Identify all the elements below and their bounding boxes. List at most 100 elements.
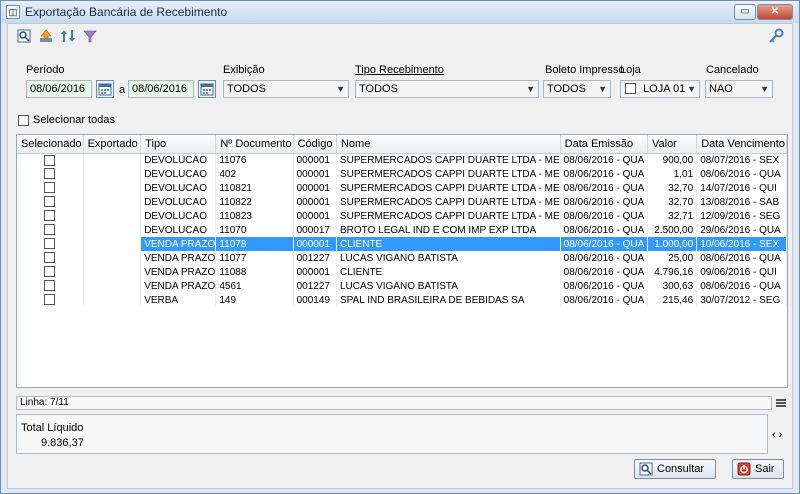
selecionado-cell xyxy=(17,237,84,251)
tipo-cell: DEVOLUCAO xyxy=(140,181,217,195)
loja-checkbox[interactable] xyxy=(625,83,636,94)
exportado-cell xyxy=(83,209,142,223)
valor-cell: 4.796,16 xyxy=(647,265,698,279)
col-header[interactable]: Tipo xyxy=(140,135,217,154)
codigo-cell: 000001 xyxy=(293,181,337,195)
periodo-end-field[interactable]: 08/06/2016 xyxy=(128,80,194,98)
emissao-cell: 08/06/2016 - QUA xyxy=(560,279,648,293)
chevron-right-icon[interactable]: › xyxy=(779,429,786,441)
filter-icon[interactable] xyxy=(82,28,98,44)
sort-icon[interactable] xyxy=(60,28,76,44)
calendar-start-icon[interactable] xyxy=(96,80,114,98)
row-checkbox[interactable] xyxy=(44,280,56,292)
totals-panel: Total Líquido 9.836,37 xyxy=(16,414,768,454)
tipo-cell: DEVOLUCAO xyxy=(140,195,217,209)
table-row[interactable]: DEVOLUCAO 110821 000001 SUPERMERCADOS CAPPI… xyxy=(17,181,787,195)
nome-cell: SUPERMERCADOS CAPPI DUARTE LTDA - ME xyxy=(336,195,561,209)
col-header[interactable]: Código xyxy=(293,135,337,154)
table-row[interactable]: VENDA PRAZO 4561 001227 LUCAS VIGANO BATIST… xyxy=(17,279,787,293)
sair-button[interactable]: Sair xyxy=(732,459,784,479)
consultar-button[interactable]: Consultar xyxy=(634,459,716,479)
doc-cell: 149 xyxy=(215,293,294,307)
table-row[interactable]: DEVOLUCAO 11076 000001 SUPERMERCADOS CAPPI … xyxy=(17,153,787,167)
table-header-row: Selecionado Exportado Tipo Nº Documento … xyxy=(17,135,787,154)
main-window: ◫ Exportação Bancária de Recebimento ▭ ✕ xyxy=(0,0,800,494)
exportado-cell xyxy=(83,223,142,237)
row-checkbox[interactable] xyxy=(44,266,56,278)
table-row[interactable]: VENDA PRAZO 11078 000001 CLIENTE 08/06/2016 … xyxy=(17,237,787,251)
vencimento-cell: 09/06/2016 - QUI xyxy=(696,265,787,279)
codigo-cell: 000001 xyxy=(293,195,337,209)
nome-cell: BROTO LEGAL IND E COM IMP EXP LTDA xyxy=(336,223,561,237)
table-row[interactable]: DEVOLUCAO 11070 000017 BROTO LEGAL IND E CO… xyxy=(17,223,787,237)
nome-cell: SUPERMERCADOS CAPPI DUARTE LTDA - ME xyxy=(336,181,561,195)
selecionado-cell xyxy=(17,167,84,181)
periodo-separator: a xyxy=(119,84,126,96)
key-icon[interactable] xyxy=(768,28,784,44)
select-all-label: Selecionar todas xyxy=(33,114,115,126)
search-report-icon xyxy=(639,462,653,476)
row-checkbox[interactable] xyxy=(44,182,56,194)
row-checkbox[interactable] xyxy=(44,154,56,166)
selecionado-cell xyxy=(17,223,84,237)
loja-select[interactable]: LOJA 01 ▼ xyxy=(620,80,700,98)
table-row[interactable]: DEVOLUCAO 110822 000001 SUPERMERCADOS CAPPI… xyxy=(17,195,787,209)
chevron-down-icon: ▼ xyxy=(760,84,769,94)
row-checkbox[interactable] xyxy=(44,252,56,264)
boleto-impresso-select[interactable]: TODOS ▼ xyxy=(543,80,611,98)
table-row[interactable]: DEVOLUCAO 110823 000001 SUPERMERCADOS CAPPI… xyxy=(17,209,787,223)
exibicao-select[interactable]: TODOS ▼ xyxy=(223,80,349,98)
vencimento-cell: 12/09/2016 - SEG xyxy=(696,209,787,223)
selecionado-cell xyxy=(17,181,84,195)
vencimento-cell: 10/06/2016 - SEX xyxy=(696,237,787,251)
chevron-left-icon[interactable]: ‹ xyxy=(772,429,779,441)
nome-cell: CLIENTE xyxy=(336,237,561,251)
close-window-button[interactable]: ✕ xyxy=(757,4,793,20)
table-row[interactable]: VENDA PRAZO 11088 000001 CLIENTE 08/06/2016 … xyxy=(17,265,787,279)
valor-cell: 25,00 xyxy=(647,251,698,265)
restore-button[interactable]: ▭ xyxy=(734,4,756,20)
row-checkbox[interactable] xyxy=(44,238,56,250)
col-header[interactable]: Data Vencimento xyxy=(696,135,787,154)
doc-cell: 110823 xyxy=(215,209,294,223)
row-checkbox[interactable] xyxy=(44,224,56,236)
periodo-label: Período xyxy=(26,64,65,76)
export-upload-icon[interactable] xyxy=(38,28,54,44)
valor-cell: 32,71 xyxy=(647,209,698,223)
calendar-end-icon[interactable] xyxy=(198,80,216,98)
codigo-cell: 001227 xyxy=(293,279,337,293)
total-liquido-label: Total Líquido xyxy=(21,422,84,434)
tipo-recebimento-label: Tipo Recebimento xyxy=(355,64,444,76)
tipo-cell: VENDA PRAZO xyxy=(140,265,217,279)
emissao-cell: 08/06/2016 - QUA xyxy=(560,223,648,237)
search-report-icon[interactable] xyxy=(16,28,32,44)
exibicao-value: TODOS xyxy=(227,83,266,95)
col-header[interactable]: Data Emissão xyxy=(560,135,648,154)
col-header[interactable]: Nº Documento xyxy=(215,135,294,154)
row-checkbox[interactable] xyxy=(44,196,56,208)
row-checkbox[interactable] xyxy=(44,168,56,180)
menu-icon[interactable] xyxy=(775,397,787,409)
nome-cell: LUCAS VIGANO BATISTA xyxy=(336,251,561,265)
table-row[interactable]: VENDA PRAZO 11077 001227 LUCAS VIGANO BATIS… xyxy=(17,251,787,265)
row-checkbox[interactable] xyxy=(44,294,56,306)
col-header[interactable]: Exportado xyxy=(83,135,142,154)
periodo-start-field[interactable]: 08/06/2016 xyxy=(26,80,92,98)
table-row[interactable]: DEVOLUCAO 402 000001 SUPERMERCADOS CAPPI DU… xyxy=(17,167,787,181)
select-all-checkbox[interactable] xyxy=(18,114,29,126)
valor-cell: 1,01 xyxy=(647,167,698,181)
col-header[interactable]: Valor xyxy=(647,135,698,154)
cancelado-select[interactable]: NAO ▼ xyxy=(705,80,773,98)
row-checkbox[interactable] xyxy=(44,210,56,222)
codigo-cell: 000001 xyxy=(293,209,337,223)
exportado-cell xyxy=(83,181,142,195)
emissao-cell: 08/06/2016 - QUA xyxy=(560,251,648,265)
col-header[interactable]: Selecionado xyxy=(17,135,84,154)
total-liquido-value: 9.836,37 xyxy=(41,437,84,449)
emissao-cell: 08/06/2016 - QUA xyxy=(560,181,648,195)
table-row[interactable]: VERBA 149 000149 SPAL IND BRASILEIRA DE BEB… xyxy=(17,293,787,307)
select-all-option[interactable]: Selecionar todas xyxy=(18,114,115,126)
col-header[interactable]: Nome xyxy=(336,135,561,154)
tipo-cell: VENDA PRAZO xyxy=(140,251,217,265)
tipo-recebimento-select[interactable]: TODOS ▼ xyxy=(355,80,539,98)
